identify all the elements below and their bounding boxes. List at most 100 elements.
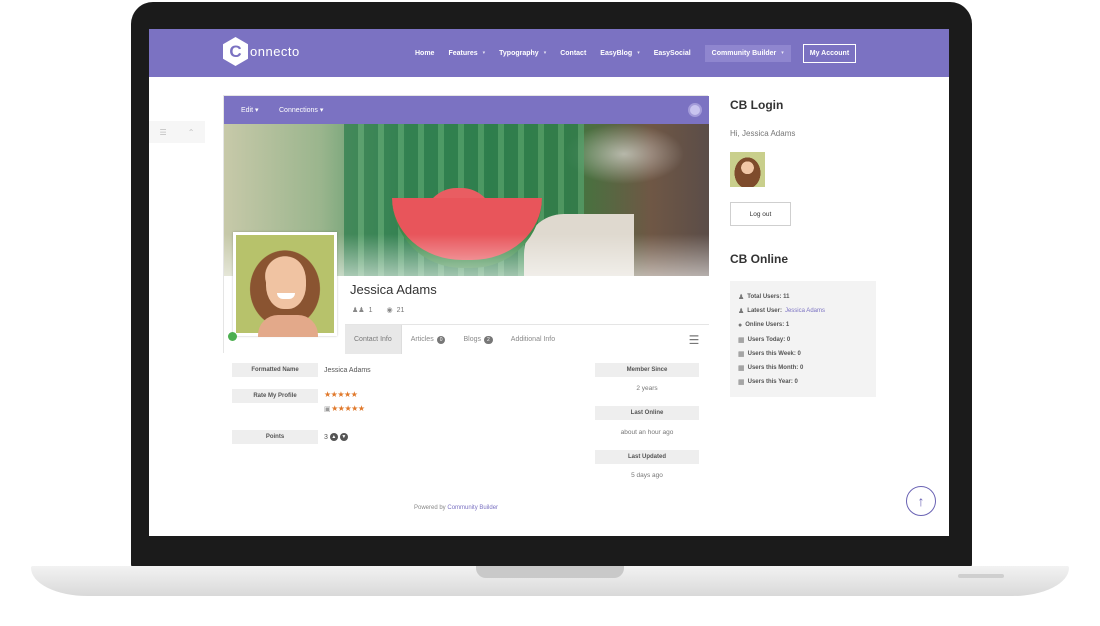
laptop-slot xyxy=(958,574,1004,578)
last-online-value: about an hour ago xyxy=(620,429,674,436)
tab-contact-info-label: Contact Info xyxy=(354,336,392,343)
sidebar-avatar[interactable] xyxy=(730,152,765,187)
cb-online-stats: ♟ Total Users: 11 ♟ Latest User: Jessica Ad… xyxy=(730,281,876,397)
points-down-icon[interactable]: ▼ xyxy=(339,433,348,441)
rating-input-stars[interactable]: ★★★★★ xyxy=(331,404,365,413)
latest-user-label: Latest User: xyxy=(747,308,782,315)
online-users-text: Online Users: 1 xyxy=(745,322,790,329)
rate-my-profile-label: Rate My Profile xyxy=(232,389,318,403)
screen: C onnecto Home Features ▾ Typography ▾ Con… xyxy=(149,29,949,536)
powered-by: Powered by Community Builder xyxy=(414,505,498,511)
site-logo[interactable]: C onnecto xyxy=(223,37,300,66)
profile-stats: ♟♟ 1 ◉ 21 xyxy=(352,306,405,315)
arrow-up-icon: ↑ xyxy=(917,493,925,509)
points-value-row: 3 ▲ ▼ xyxy=(324,433,348,441)
last-updated-label: Last Updated xyxy=(595,450,699,464)
logo-text: onnecto xyxy=(250,44,300,59)
chevron-down-icon: ▾ xyxy=(543,50,547,56)
users-icon: ♟ xyxy=(738,294,745,302)
nav-typography[interactable]: Typography ▾ xyxy=(499,50,546,57)
greeting-text: Hi, Jessica Adams xyxy=(730,129,796,138)
hamburger-menu-icon[interactable]: ☰ xyxy=(679,325,709,354)
site-header: C onnecto Home Features ▾ Typography ▾ Con… xyxy=(149,29,949,77)
nav-features[interactable]: Features ▾ xyxy=(448,50,485,57)
blogs-count-badge: 2 xyxy=(484,335,493,344)
users-year-text: Users this Year: 0 xyxy=(747,379,798,386)
connections-count[interactable]: 1 xyxy=(369,307,373,314)
nav-contact-label: Contact xyxy=(560,49,587,57)
profile-card: Edit ▾ Connections ▾ Jessica Adams ♟♟ 1 … xyxy=(223,95,709,354)
nav-contact[interactable]: Contact xyxy=(560,50,586,57)
profile-status-icon[interactable] xyxy=(688,103,702,117)
views-count: 21 xyxy=(396,306,405,314)
avatar-face xyxy=(266,257,306,309)
community-builder-link[interactable]: Community Builder xyxy=(447,505,498,511)
main-nav: Home Features ▾ Typography ▾ Contact EasyB… xyxy=(415,42,857,64)
nav-home-label: Home xyxy=(415,49,435,57)
nav-community-builder-label: Community Builder xyxy=(711,49,777,57)
articles-count-badge: 0 xyxy=(436,335,446,344)
users-week-row: ▦ Users this Week: 0 xyxy=(738,347,868,361)
user-icon: ♟ xyxy=(738,308,745,316)
chevron-down-icon: ▾ xyxy=(781,50,784,56)
tab-contact-info[interactable]: Contact Info xyxy=(345,325,402,354)
tab-articles[interactable]: Articles 0 xyxy=(402,325,455,354)
users-icon: ♟♟ xyxy=(352,307,365,314)
nav-easyblog[interactable]: EasyBlog ▾ xyxy=(600,50,639,57)
users-month-text: Users this Month: 0 xyxy=(747,365,804,372)
users-today-text: Users Today: 0 xyxy=(747,336,791,343)
users-today-row: ▦ Users Today: 0 xyxy=(738,333,868,347)
online-status-dot xyxy=(228,332,237,341)
nav-home[interactable]: Home xyxy=(415,50,434,57)
member-since-label: Member Since xyxy=(595,363,699,377)
back-to-top-button[interactable]: ↑ xyxy=(906,486,936,516)
logout-button[interactable]: Log out xyxy=(730,202,791,226)
logo-mark: C xyxy=(223,37,248,66)
connections-menu[interactable]: Connections ▾ xyxy=(279,106,323,114)
points-label: Points xyxy=(232,430,318,444)
tab-additional-info-label: Additional Info xyxy=(510,336,556,343)
nav-community-builder[interactable]: Community Builder ▾ xyxy=(704,44,791,62)
laptop-notch xyxy=(476,566,624,578)
profile-name: Jessica Adams xyxy=(350,282,437,297)
avatar-shoulders xyxy=(258,315,318,337)
calendar-icon: ▦ xyxy=(738,336,745,344)
nav-easyblog-label: EasyBlog xyxy=(600,49,633,57)
formatted-name-value: Jessica Adams xyxy=(324,367,371,374)
calendar-icon: ▦ xyxy=(738,379,745,387)
chevron-down-icon: ▾ xyxy=(637,50,640,56)
eye-icon: ◉ xyxy=(386,307,393,314)
total-users-text: Total Users: 11 xyxy=(747,294,790,301)
formatted-name-label: Formatted Name xyxy=(232,363,318,377)
points-value: 3 xyxy=(324,433,328,441)
powered-by-prefix: Powered by xyxy=(414,505,446,511)
rating-stars: ★★★★★ xyxy=(324,390,358,399)
rating-input[interactable]: ▣★★★★★ xyxy=(324,404,365,413)
nav-easysocial-label: EasySocial xyxy=(653,49,691,57)
last-online-label: Last Online xyxy=(595,406,699,420)
tab-articles-label: Articles xyxy=(410,336,434,343)
tab-additional-info[interactable]: Additional Info xyxy=(502,325,564,354)
profile-tabs: Contact Info Articles 0 Blogs 2 Additional… xyxy=(345,324,709,354)
chevron-down-icon: ▾ xyxy=(482,50,486,56)
cancel-rating-icon[interactable]: ▣ xyxy=(324,406,331,413)
online-users-row: ● Online Users: 1 xyxy=(738,318,868,332)
latest-user-link[interactable]: Jessica Adams xyxy=(785,308,825,314)
cb-online-title: CB Online xyxy=(730,252,789,266)
chevron-up-icon[interactable]: ⌃ xyxy=(188,128,195,137)
share-icon[interactable]: ☰ xyxy=(160,128,167,137)
avatar[interactable] xyxy=(233,232,337,337)
member-since-value: 2 years xyxy=(636,385,658,392)
tab-blogs[interactable]: Blogs 2 xyxy=(454,325,501,354)
my-account-button[interactable]: My Account xyxy=(802,43,857,63)
users-month-row: ▦ Users this Month: 0 xyxy=(738,361,868,375)
side-toolbar: ☰ ⌃ xyxy=(149,121,205,143)
nav-easysocial[interactable]: EasySocial xyxy=(654,50,691,57)
calendar-icon: ▦ xyxy=(738,365,745,373)
last-updated-value: 5 days ago xyxy=(631,472,663,479)
users-week-text: Users this Week: 0 xyxy=(747,350,801,357)
nav-typography-label: Typography xyxy=(499,49,539,57)
points-up-icon[interactable]: ▲ xyxy=(329,433,338,441)
latest-user-row: ♟ Latest User: Jessica Adams xyxy=(738,304,868,318)
edit-menu[interactable]: Edit ▾ xyxy=(241,106,259,114)
